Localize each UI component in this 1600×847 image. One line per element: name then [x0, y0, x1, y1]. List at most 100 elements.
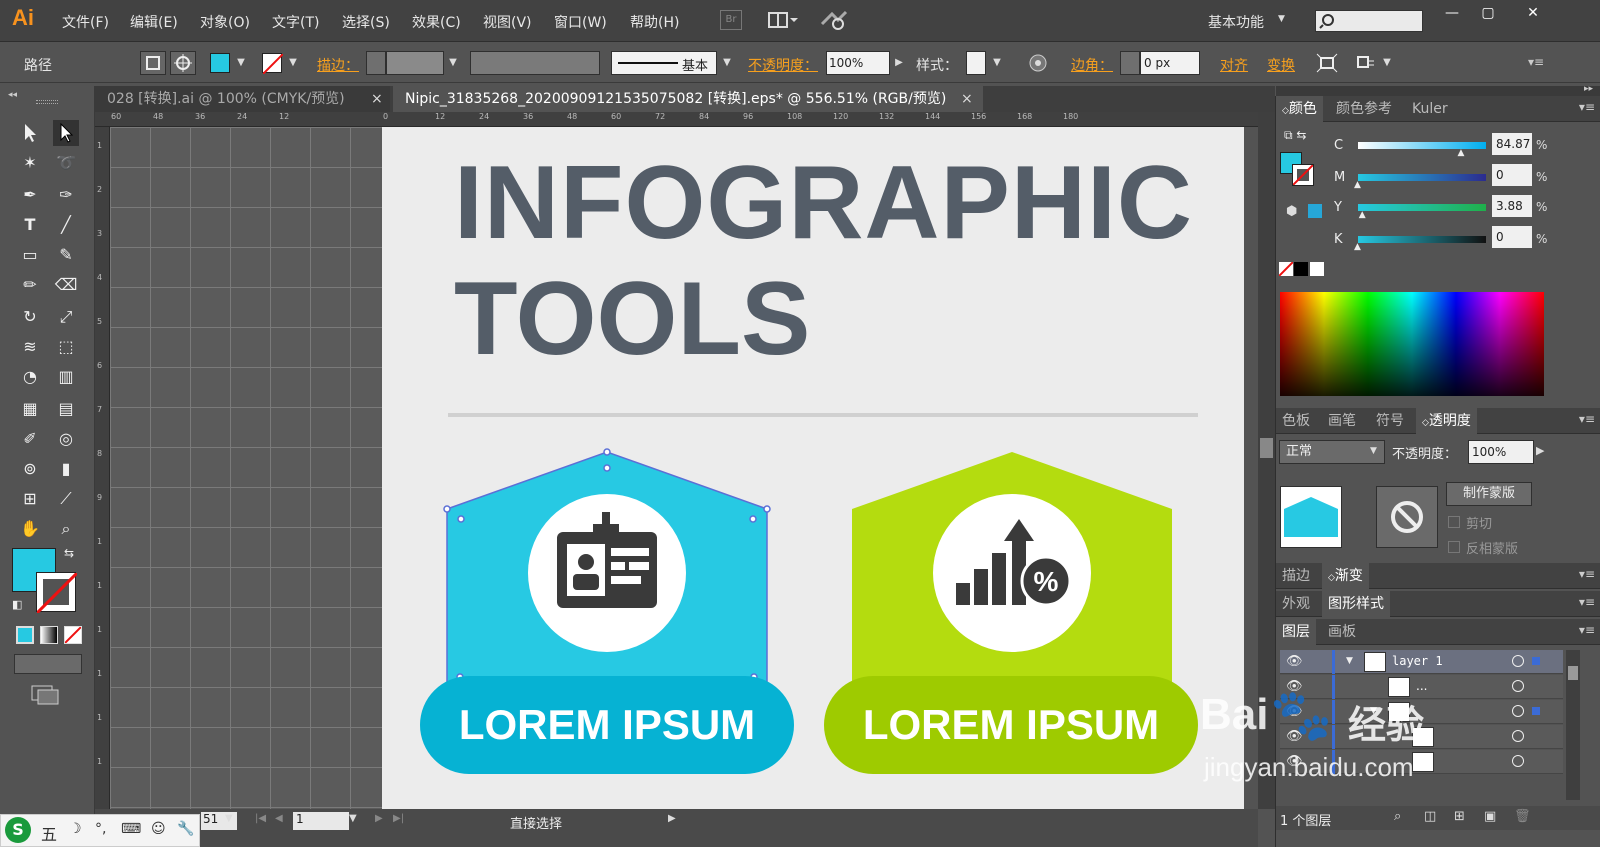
menu-select[interactable]: 选择(S)	[342, 12, 390, 32]
default-fill-stroke-icon[interactable]: ⧉ ⇆	[1284, 128, 1306, 143]
invert-mask-checkbox[interactable]	[1448, 541, 1460, 553]
tab-color[interactable]: ◇颜色	[1276, 96, 1323, 122]
maximize-button[interactable]: ▢	[1470, 0, 1506, 26]
status-menu-icon[interactable]: ▶	[668, 813, 676, 824]
toolbar-grip[interactable]	[36, 100, 58, 104]
target-circle-icon[interactable]	[1512, 705, 1524, 717]
shape-builder-tool[interactable]: ◔	[17, 364, 43, 390]
collapse-toolbar-icon[interactable]: ◂◂	[8, 90, 17, 100]
menu-help[interactable]: 帮助(H)	[630, 12, 679, 32]
eyedropper-tool[interactable]: ✐	[17, 426, 43, 452]
arrange-documents-icon[interactable]	[768, 11, 798, 29]
close-window-button[interactable]: ✕	[1515, 0, 1551, 26]
layers-scroll-thumb[interactable]	[1568, 666, 1578, 680]
ime-mode-indicator[interactable]: 五	[41, 821, 57, 845]
swap-fill-stroke-icon[interactable]: ⇆	[64, 546, 74, 560]
recolor-artwork-icon[interactable]	[1028, 53, 1048, 73]
yellow-input[interactable]: 3.88	[1492, 195, 1532, 217]
width-tool[interactable]: ≋	[17, 334, 43, 360]
transparency-opacity-arrow-icon[interactable]: ▶	[1536, 444, 1544, 457]
menu-file[interactable]: 文件(F)	[62, 12, 109, 32]
tab-doc-nipic[interactable]: Nipic_31835268_20200909121535075082 [转换]…	[393, 86, 983, 112]
brush-dropdown-icon[interactable]: ▼	[720, 51, 734, 75]
align-link[interactable]: 对齐	[1220, 55, 1248, 75]
none-color-swatch[interactable]	[1278, 261, 1294, 277]
black-slider[interactable]: ▲	[1354, 236, 1486, 252]
opacity-input[interactable]: 100%	[826, 51, 890, 75]
anchor-point-icon[interactable]	[170, 51, 196, 75]
next-artboard-icon[interactable]: ▶	[375, 813, 383, 824]
last-artboard-icon[interactable]: ▶|	[393, 813, 404, 824]
gpu-performance-icon[interactable]	[820, 10, 848, 30]
stroke-weight-input[interactable]	[386, 51, 444, 75]
target-circle-icon[interactable]	[1512, 680, 1524, 692]
cyan-slider-knob[interactable]: ▲	[1458, 148, 1465, 158]
line-segment-tool[interactable]: ╱	[53, 212, 79, 238]
transparency-panel-menu-icon[interactable]: ▾≡	[1579, 412, 1595, 426]
style-dropdown-icon[interactable]: ▼	[990, 51, 1004, 75]
blend-mode-chevron-icon[interactable]: ▼	[1370, 446, 1377, 456]
menu-effect[interactable]: 效果(C)	[412, 12, 461, 32]
new-sublayer-icon[interactable]: ⊞	[1454, 809, 1465, 824]
dock-header[interactable]: ▸▸	[1276, 84, 1600, 96]
stroke-dropdown-icon[interactable]: ▼	[286, 51, 300, 75]
slice-tool[interactable]: ⟋	[53, 486, 79, 512]
color-mode-icon[interactable]	[16, 626, 34, 644]
transparency-opacity-input[interactable]: 100%	[1468, 440, 1534, 464]
workspace-switcher[interactable]: 基本功能	[1208, 12, 1264, 32]
mesh-tool[interactable]: ▦	[17, 396, 43, 422]
expand-layer-icon[interactable]: ▼	[1346, 656, 1353, 666]
tab-doc-028[interactable]: 028 [转换].ai @ 100% (CMYK/预览) ×	[95, 86, 390, 112]
infographic-title-line1[interactable]: INFOGRAPHIC	[454, 151, 1193, 255]
opacity-label[interactable]: 不透明度：	[748, 55, 818, 75]
stroke-none-swatch[interactable]	[262, 53, 284, 75]
magenta-slider-knob[interactable]: ▲	[1354, 180, 1361, 190]
layer-name[interactable]: layer 1	[1392, 654, 1443, 668]
bridge-button[interactable]: Br	[720, 10, 742, 30]
variable-width-profile[interactable]	[470, 51, 600, 75]
tab-close-icon[interactable]: ×	[371, 86, 383, 112]
isolate-group-icon[interactable]	[1354, 53, 1376, 73]
tab-appearance[interactable]: 外观	[1276, 591, 1316, 617]
infographic-title-line2[interactable]: TOOLS	[454, 267, 810, 371]
corner-input[interactable]: 0 px	[1140, 51, 1200, 75]
menu-type[interactable]: 文字(T)	[272, 12, 319, 32]
zoom-tool[interactable]: ⌕	[53, 516, 79, 542]
hand-tool[interactable]: ✋	[17, 516, 43, 542]
magic-wand-tool[interactable]: ✶	[17, 150, 43, 176]
artboard[interactable]: INFOGRAPHIC TOOLS LOREM IPSUM % LOREM IP…	[382, 127, 1244, 809]
artboard-tool[interactable]: ⊞	[17, 486, 43, 512]
blend-tool[interactable]: ◎	[53, 426, 79, 452]
corner-stepper[interactable]	[1120, 51, 1140, 75]
column-graph-tool[interactable]: ▮	[53, 456, 79, 482]
menu-object[interactable]: 对象(O)	[200, 12, 250, 32]
stroke-label[interactable]: 描边：	[317, 55, 359, 75]
clip-checkbox[interactable]	[1448, 516, 1460, 528]
paintbrush-tool[interactable]: ✎	[53, 242, 79, 268]
yellow-slider[interactable]: ▲	[1358, 204, 1486, 220]
fill-swatch[interactable]	[210, 53, 230, 73]
color-panel-stroke-swatch[interactable]	[1292, 164, 1314, 186]
transform-link[interactable]: 变换	[1267, 55, 1295, 75]
cyan-slider[interactable]: ▲	[1358, 142, 1486, 158]
white-color-swatch[interactable]	[1310, 262, 1324, 276]
target-circle-icon[interactable]	[1512, 730, 1524, 742]
clipping-mask-icon[interactable]: ◫	[1424, 809, 1436, 824]
layers-scrollbar[interactable]	[1566, 650, 1580, 800]
user-center-icon[interactable]: ☺	[151, 821, 166, 837]
tab-color-guide[interactable]: 颜色参考	[1330, 96, 1398, 122]
stroke-panel-menu-icon[interactable]: ▾≡	[1579, 567, 1595, 581]
artboard-dropdown-icon[interactable]: ▼	[349, 813, 357, 824]
selection-tool[interactable]	[17, 120, 43, 146]
object-thumbnail[interactable]	[1280, 486, 1342, 548]
magenta-input[interactable]: 0	[1492, 164, 1532, 186]
layers-panel-menu-icon[interactable]: ▾≡	[1579, 623, 1595, 637]
minimize-button[interactable]: —	[1434, 0, 1470, 26]
cyan-input[interactable]: 84.87	[1492, 133, 1532, 155]
workspace-chevron-icon[interactable]: ▼	[1278, 14, 1285, 24]
visibility-eye-icon[interactable]: 👁	[1286, 654, 1303, 669]
tools-wrench-icon[interactable]: 🔧	[177, 821, 194, 837]
black-slider-knob[interactable]: ▲	[1354, 242, 1361, 252]
vertical-scroll-thumb[interactable]	[1260, 438, 1273, 458]
none-mode-icon[interactable]	[64, 626, 82, 644]
